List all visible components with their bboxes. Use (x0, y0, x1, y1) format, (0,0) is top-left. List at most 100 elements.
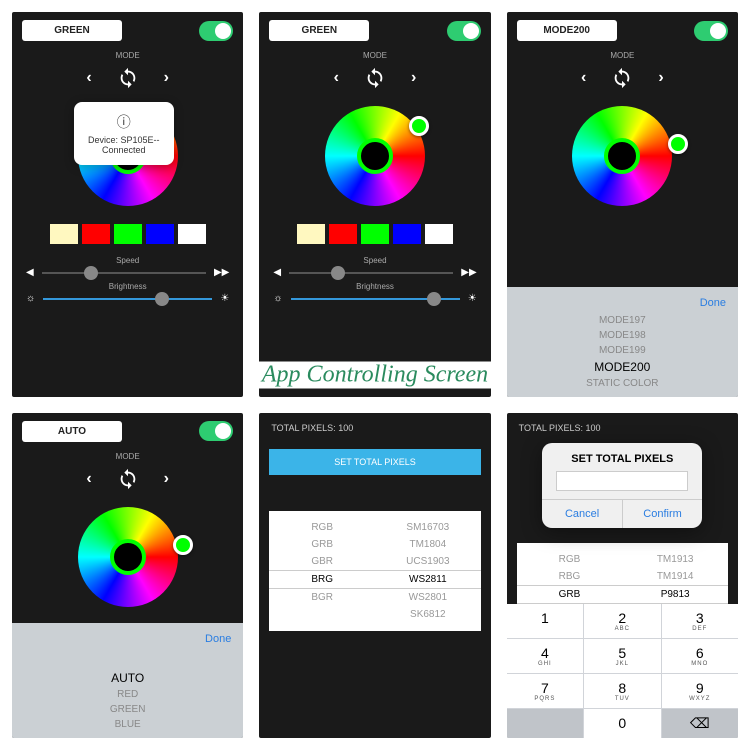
dim-icon[interactable]: ☼ (273, 293, 282, 304)
swatch[interactable] (393, 224, 421, 244)
key-⌫[interactable]: ⌫ (662, 709, 738, 738)
picker-item[interactable]: MODE199 (507, 343, 738, 358)
screen-2: GREEN MODE ‹ › Speed ◀ ▶▶ Brightness ☼ ☀ (259, 12, 490, 397)
dialog-title: SET TOTAL PIXELS (542, 443, 702, 471)
key-0[interactable]: 0 (584, 709, 660, 738)
done-button[interactable]: Done (12, 629, 243, 649)
dim-icon[interactable]: ☼ (26, 293, 35, 304)
key-7[interactable]: 7PQRS (507, 674, 583, 708)
power-toggle[interactable] (199, 21, 233, 41)
cycle-icon[interactable] (116, 467, 140, 491)
swatch[interactable] (82, 224, 110, 244)
chip-picker[interactable]: RGBSM16703 GRBTM1804 GBRUCS1903 BRGWS281… (269, 511, 480, 631)
prev-icon[interactable]: ‹ (86, 69, 91, 87)
set-pixels-button[interactable]: SET TOTAL PIXELS (269, 449, 480, 475)
key-8[interactable]: 8TUV (584, 674, 660, 708)
mode-label: MODE (12, 51, 243, 60)
key-3[interactable]: 3DEF (662, 604, 738, 638)
device-popup: ⓘ Device: SP105E-- Connected (74, 102, 174, 165)
picker-item[interactable]: MODE197 (507, 313, 738, 328)
speed-slider[interactable] (42, 272, 206, 274)
color-wheel[interactable] (78, 507, 178, 607)
color-handle[interactable] (409, 116, 429, 136)
fast-icon[interactable]: ▶▶ (461, 267, 476, 278)
speed-label: Speed (273, 256, 476, 265)
swatch[interactable] (50, 224, 78, 244)
screen-6: TOTAL PIXELS: 100 SET TOTAL PIXELS Cance… (507, 413, 738, 739)
key-6[interactable]: 6MNO (662, 639, 738, 673)
cancel-button[interactable]: Cancel (542, 500, 623, 528)
fast-icon[interactable]: ▶▶ (214, 267, 229, 278)
bright-icon[interactable]: ☀ (220, 293, 229, 304)
key-9[interactable]: 9WXYZ (662, 674, 738, 708)
mode-pill[interactable]: MODE200 (517, 20, 617, 41)
done-button[interactable]: Done (507, 293, 738, 313)
pixels-header: TOTAL PIXELS: 100 (259, 413, 490, 443)
screen-1: GREEN MODE ‹ › ⓘ Device: SP105E-- Connec… (12, 12, 243, 397)
prev-icon[interactable]: ‹ (334, 69, 339, 87)
color-wheel[interactable] (572, 106, 672, 206)
slow-icon[interactable]: ◀ (26, 267, 34, 278)
picker-item[interactable]: BLUE (12, 717, 243, 732)
picker-item[interactable]: STATIC COLOR (507, 376, 738, 391)
slow-icon[interactable]: ◀ (273, 267, 281, 278)
brightness-slider[interactable] (43, 298, 212, 300)
screen-5: TOTAL PIXELS: 100 SET TOTAL PIXELS RGBSM… (259, 413, 490, 739)
cycle-icon[interactable] (116, 66, 140, 90)
screen-4: AUTO MODE ‹ › Done AUTO RED GREEN BLUE (12, 413, 243, 739)
brightness-label: Brightness (26, 282, 229, 291)
picker-item[interactable]: RED (12, 687, 243, 702)
brightness-slider[interactable] (291, 298, 460, 300)
color-handle[interactable] (173, 535, 193, 555)
power-toggle[interactable] (447, 21, 481, 41)
cycle-icon[interactable] (610, 66, 634, 90)
info-icon: ⓘ (88, 112, 160, 132)
power-toggle[interactable] (199, 421, 233, 441)
picker-item[interactable]: AUTO (12, 669, 243, 687)
mode-pill[interactable]: GREEN (22, 20, 122, 41)
swatch[interactable] (425, 224, 453, 244)
pixels-input[interactable] (556, 471, 688, 491)
brightness-label: Brightness (273, 282, 476, 291)
power-toggle[interactable] (694, 21, 728, 41)
mode-picker[interactable]: Done AUTO RED GREEN BLUE (12, 623, 243, 738)
next-icon[interactable]: › (658, 69, 663, 87)
set-pixels-dialog: SET TOTAL PIXELS Cancel Confirm (542, 443, 702, 528)
color-handle[interactable] (668, 134, 688, 154)
picker-item[interactable]: GREEN (12, 702, 243, 717)
next-icon[interactable]: › (164, 470, 169, 488)
picker-item[interactable]: MODE200 (507, 358, 738, 376)
swatch[interactable] (146, 224, 174, 244)
key-5[interactable]: 5JKL (584, 639, 660, 673)
mode-label: MODE (12, 452, 243, 461)
screen-3: MODE200 MODE ‹ › Done MODE197 MODE198 MO… (507, 12, 738, 397)
cycle-icon[interactable] (363, 66, 387, 90)
swatch-row (12, 224, 243, 244)
picker-item[interactable]: MODE198 (507, 328, 738, 343)
swatch-row (259, 224, 490, 244)
mode-pill[interactable]: GREEN (269, 20, 369, 41)
swatch[interactable] (329, 224, 357, 244)
numeric-keypad: 12ABC3DEF 4GHI5JKL6MNO 7PQRS8TUV9WXYZ0⌫ (507, 604, 738, 738)
mode-label: MODE (507, 51, 738, 60)
speed-slider[interactable] (289, 272, 453, 274)
key-4[interactable]: 4GHI (507, 639, 583, 673)
next-icon[interactable]: › (411, 69, 416, 87)
key-2[interactable]: 2ABC (584, 604, 660, 638)
confirm-button[interactable]: Confirm (623, 500, 703, 528)
key-1[interactable]: 1 (507, 604, 583, 638)
key-blank[interactable] (507, 709, 583, 738)
mode-picker[interactable]: Done MODE197 MODE198 MODE199 MODE200 STA… (507, 287, 738, 397)
swatch[interactable] (114, 224, 142, 244)
speed-label: Speed (26, 256, 229, 265)
swatch[interactable] (361, 224, 389, 244)
swatch[interactable] (178, 224, 206, 244)
next-icon[interactable]: › (164, 69, 169, 87)
prev-icon[interactable]: ‹ (86, 470, 91, 488)
mode-pill[interactable]: AUTO (22, 421, 122, 442)
page-title: App Controlling Screen (252, 362, 498, 389)
prev-icon[interactable]: ‹ (581, 69, 586, 87)
swatch[interactable] (297, 224, 325, 244)
pixels-header: TOTAL PIXELS: 100 (507, 413, 738, 443)
bright-icon[interactable]: ☀ (468, 293, 477, 304)
